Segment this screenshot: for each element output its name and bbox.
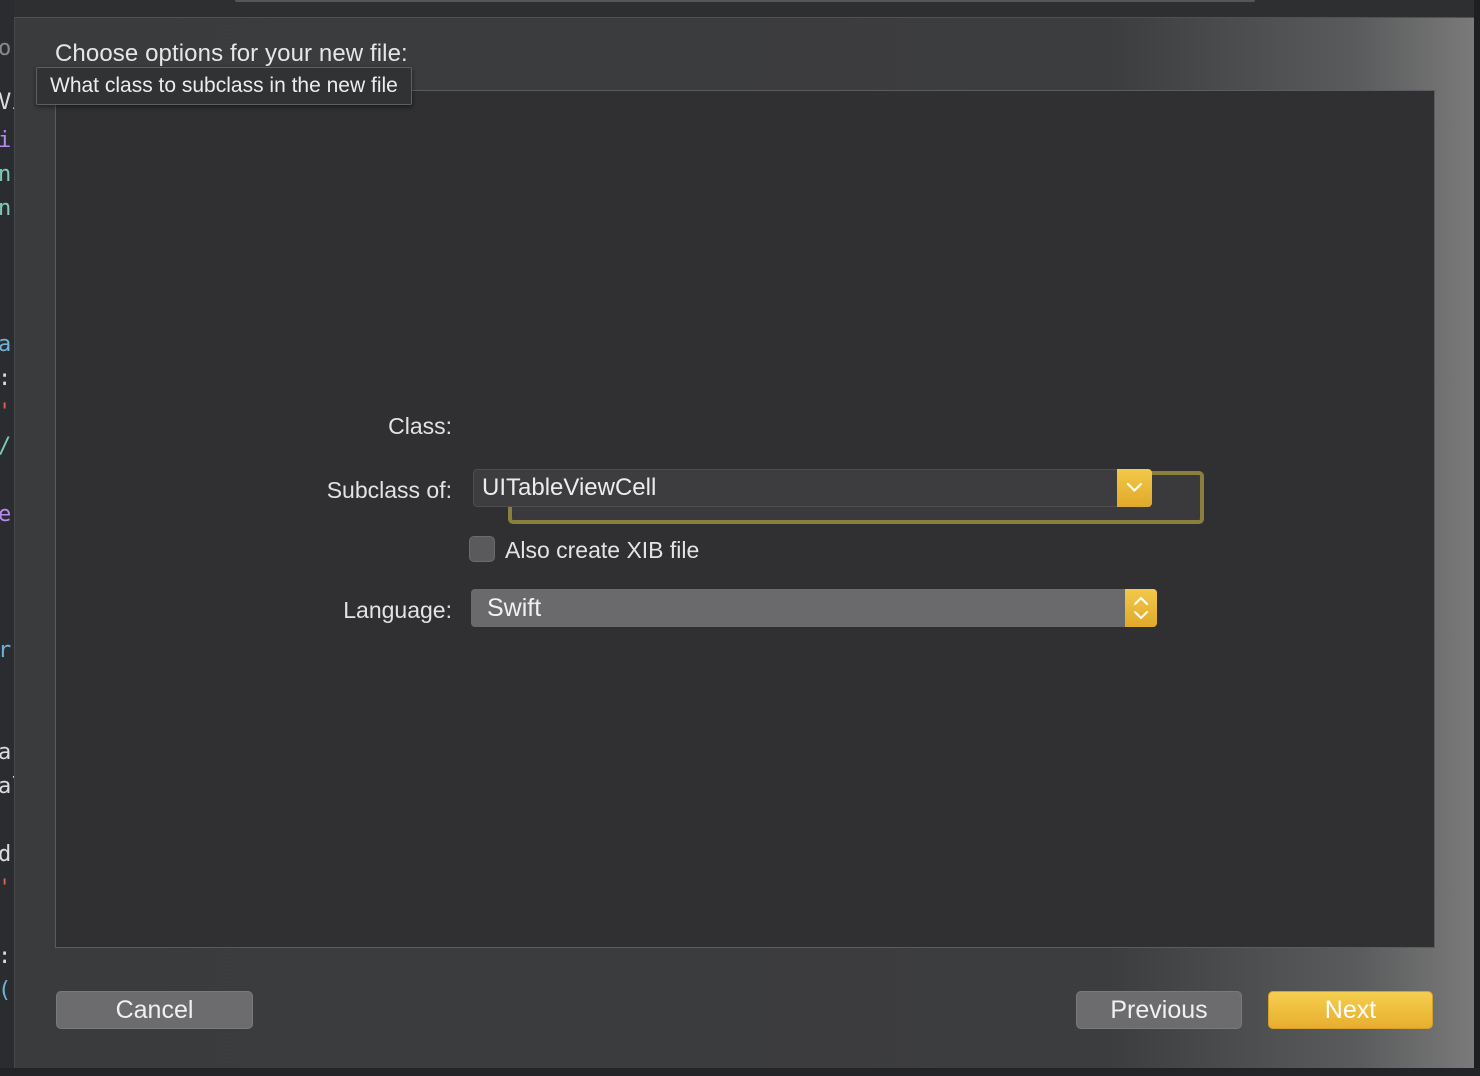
background-toolbar-edge xyxy=(235,0,1255,2)
subclass-dropdown-button[interactable] xyxy=(1117,469,1152,507)
class-label: Class: xyxy=(388,413,452,439)
subclass-input[interactable] xyxy=(474,470,1118,506)
language-label: Language: xyxy=(343,597,452,623)
language-popup-button[interactable]: Swift xyxy=(471,589,1157,627)
language-popup-arrows[interactable] xyxy=(1125,589,1157,627)
next-button[interactable]: Next xyxy=(1268,991,1433,1029)
new-file-options-sheet: Choose options for your new file: Class:… xyxy=(14,17,1474,1068)
subclass-tooltip: What class to subclass in the new file xyxy=(36,67,412,105)
options-panel: Class: Subclass of: Also create XIB file… xyxy=(55,90,1435,948)
background-inspector-edge xyxy=(1474,0,1480,1076)
chevron-down-icon xyxy=(1126,482,1143,492)
up-down-chevron-icon xyxy=(1134,597,1148,619)
subclass-combo-box[interactable] xyxy=(473,469,1152,507)
cancel-button[interactable]: Cancel xyxy=(56,991,253,1029)
sheet-heading: Choose options for your new file: xyxy=(55,40,408,67)
xcode-window: o Vi i n n a : ' / e r a al d ' : ( Choo… xyxy=(0,0,1480,1076)
language-value: Swift xyxy=(487,594,542,622)
background-bottom-bar xyxy=(0,1068,1480,1076)
xib-checkbox-label[interactable]: Also create XIB file xyxy=(505,537,699,564)
background-code-editor: o Vi i n n a : ' / e r a al d ' : ( xyxy=(0,0,14,1076)
previous-button[interactable]: Previous xyxy=(1076,991,1242,1029)
subclass-label: Subclass of: xyxy=(326,477,452,503)
xib-checkbox[interactable] xyxy=(469,536,495,562)
